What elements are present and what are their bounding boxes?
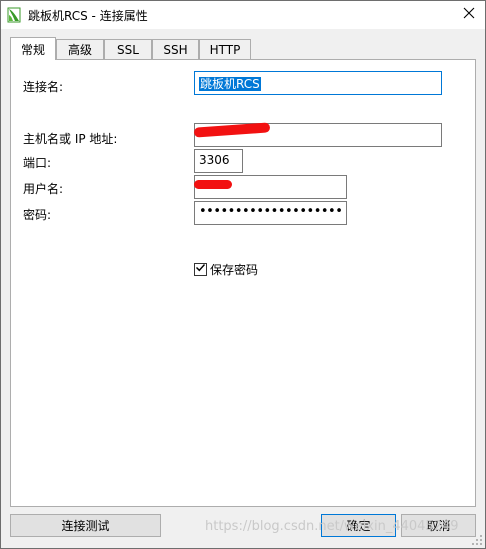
user-redaction [194, 180, 232, 189]
save-password-label: 保存密码 [210, 262, 259, 277]
port-input[interactable]: 3306 [194, 149, 243, 173]
tab-label: 高级 [67, 43, 92, 57]
password-label: 密码: [23, 208, 52, 222]
tab-advanced[interactable]: 高级 [56, 39, 104, 59]
port-label: 端口: [23, 156, 52, 170]
ok-button[interactable]: 确定 [321, 514, 396, 537]
save-password-checkbox[interactable] [194, 262, 207, 276]
checkmark-icon [195, 262, 206, 276]
cancel-button[interactable]: 取消 [401, 514, 476, 537]
connection-name-input[interactable]: 跳板机RCS [194, 71, 442, 95]
tab-ssl[interactable]: SSL [104, 39, 152, 59]
connection-properties-dialog: 跳板机RCS - 连接属性 常规 高级 SSL SSH HTTP 连接名: 跳板… [0, 0, 486, 549]
password-value: •••••••••••••••••••• [199, 204, 343, 219]
resize-grip-icon[interactable] [471, 534, 483, 546]
navicat-leaf-icon [6, 7, 22, 23]
cancel-label: 取消 [426, 519, 451, 533]
host-label: 主机名或 IP 地址: [23, 132, 118, 146]
dialog-body: 常规 高级 SSL SSH HTTP 连接名: 跳板机RCS 主机名或 IP 地… [1, 29, 485, 548]
tab-ssh[interactable]: SSH [152, 39, 199, 59]
test-connection-label: 连接测试 [61, 519, 110, 533]
tab-label: SSL [117, 42, 139, 57]
close-icon [463, 7, 475, 22]
connection-name-value: 跳板机RCS [199, 77, 261, 91]
ok-label: 确定 [346, 519, 371, 533]
port-value: 3306 [199, 153, 230, 167]
password-input[interactable]: •••••••••••••••••••• [194, 201, 347, 225]
tab-label: HTTP [209, 42, 241, 57]
connection-name-label: 连接名: [23, 80, 64, 94]
tab-label: 常规 [20, 42, 45, 57]
tab-general[interactable]: 常规 [10, 37, 56, 60]
tab-http[interactable]: HTTP [199, 39, 251, 59]
user-label: 用户名: [23, 182, 64, 196]
close-button[interactable] [455, 3, 483, 25]
tab-label: SSH [163, 42, 188, 57]
title-bar: 跳板机RCS - 连接属性 [1, 1, 485, 29]
window-title: 跳板机RCS - 连接属性 [28, 9, 148, 23]
general-tab-panel: 连接名: 跳板机RCS 主机名或 IP 地址: 端口: 3306 用户名: 密码… [10, 59, 476, 507]
test-connection-button[interactable]: 连接测试 [10, 514, 161, 537]
save-password-row: 保存密码 [194, 261, 258, 277]
